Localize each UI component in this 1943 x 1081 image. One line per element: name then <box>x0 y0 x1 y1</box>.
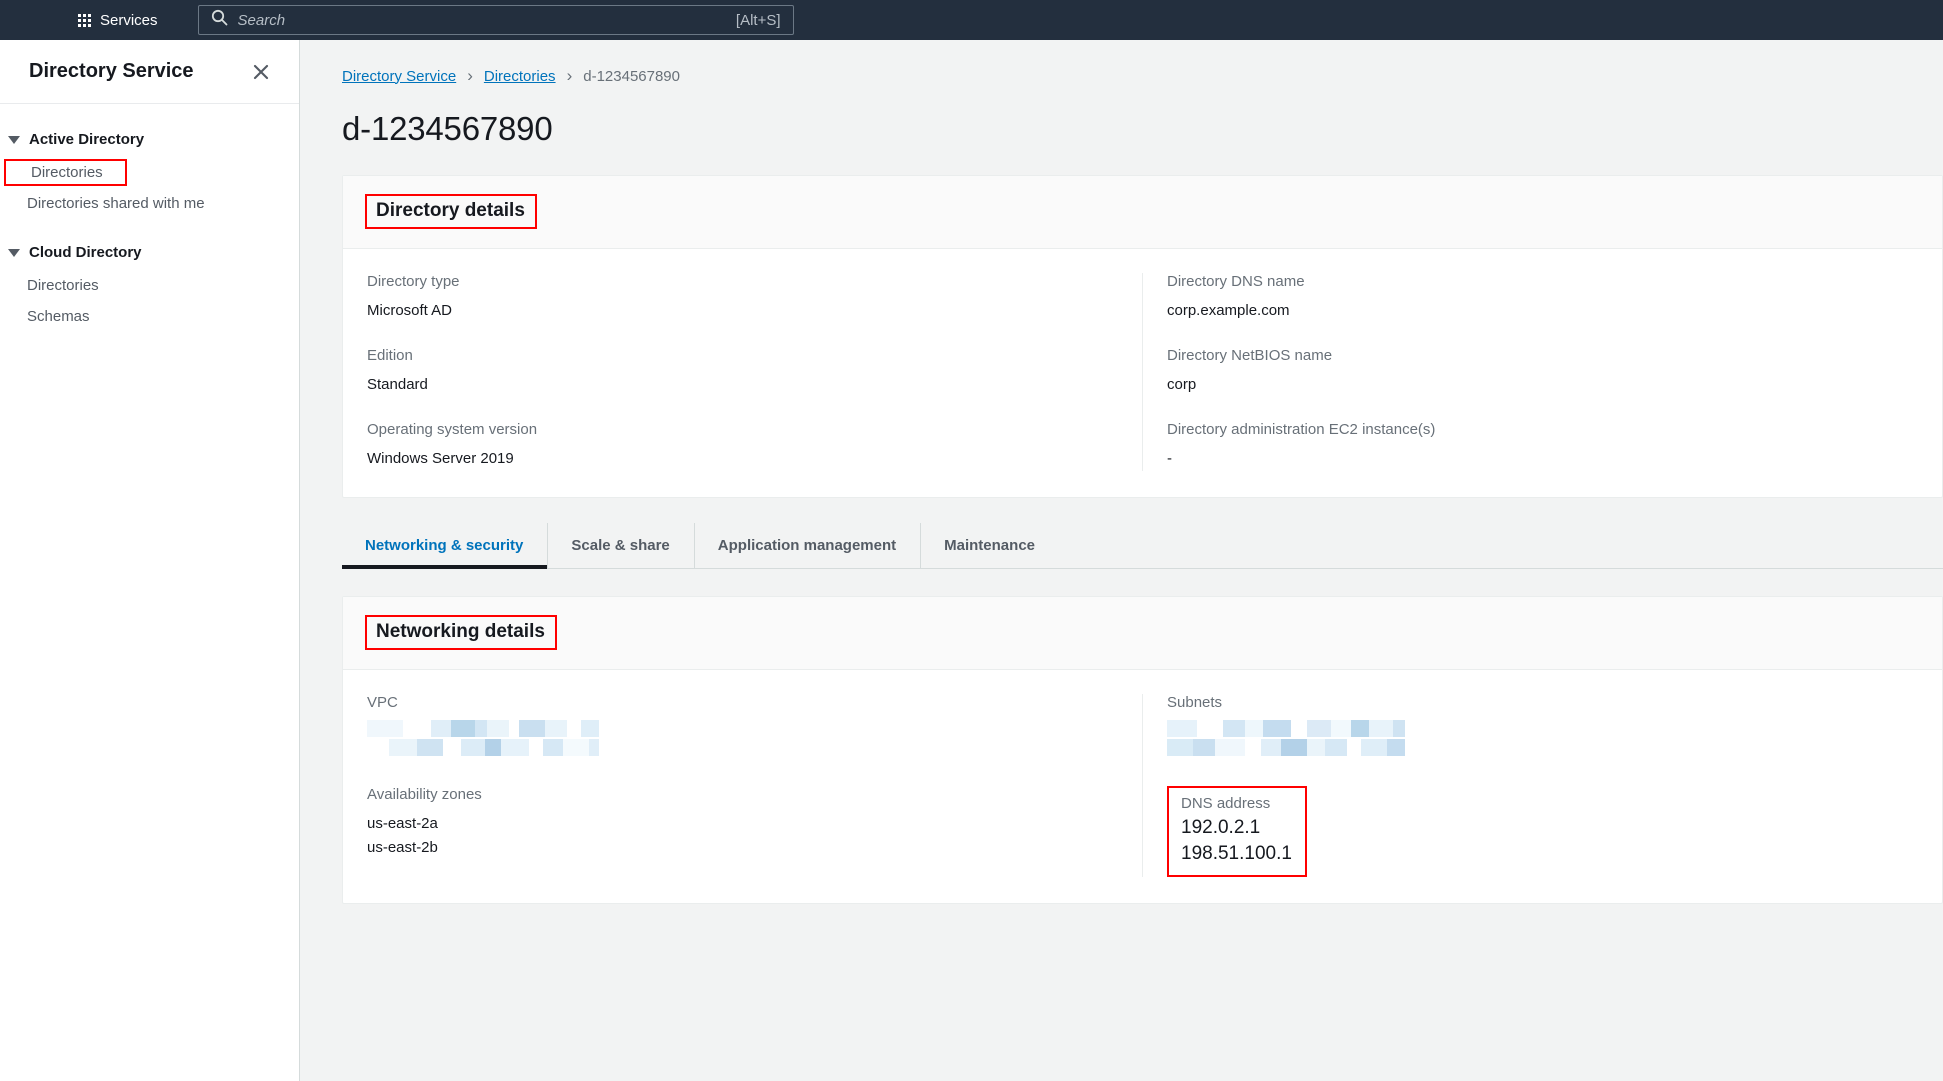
directory-details-header: Directory details <box>343 176 1942 249</box>
sidebar-group-active-directory[interactable]: Active Directory <box>0 122 299 157</box>
field-label: Directory DNS name <box>1167 273 1305 290</box>
tab-networking-and-security[interactable]: Networking & security <box>342 523 549 569</box>
field-subnets: Subnets <box>1167 694 1918 756</box>
search-shortcut-hint: [Alt+S] <box>735 11 781 29</box>
grid-apps-icon <box>78 13 91 27</box>
sidebar-header: Directory Service <box>0 40 299 104</box>
field-label: Edition <box>367 347 413 364</box>
field-directory-administration-ec2-instances: Directory administration EC2 instance(s)… <box>1167 421 1918 471</box>
sidebar-item-schemas[interactable]: Schemas <box>0 301 299 332</box>
services-menu-label: Services <box>100 11 158 29</box>
tab-label: Networking & security <box>365 537 524 554</box>
networking-details-card: Networking details VPC Availability zone… <box>342 596 1943 905</box>
vpc-redacted-value <box>367 720 1118 756</box>
directory-details-card: Directory details Directory type Microso… <box>342 175 1943 498</box>
detail-tabs: Networking & security Scale & share Appl… <box>342 523 1943 569</box>
networking-details-heading: Networking details <box>365 615 557 650</box>
sidebar-navigation: Active Directory Directories Directories… <box>0 104 299 332</box>
sidebar-item-label: Directories shared with me <box>27 195 205 212</box>
directory-details-heading: Directory details <box>365 194 537 229</box>
sidebar-item-directories-cloud[interactable]: Directories <box>0 270 299 301</box>
field-label: Directory administration EC2 instance(s) <box>1167 421 1436 438</box>
field-value: Standard <box>367 376 428 393</box>
breadcrumb-separator-icon: › <box>467 66 473 85</box>
directory-details-right-column: Directory DNS name corp.example.com Dire… <box>1142 273 1942 471</box>
field-value: Windows Server 2019 <box>367 450 514 467</box>
search-icon <box>211 9 228 31</box>
directory-details-body: Directory type Microsoft AD Edition Stan… <box>343 249 1942 497</box>
service-sidebar: Directory Service Active Directory Direc… <box>0 40 300 1081</box>
subnets-redacted-value <box>1167 720 1918 756</box>
sidebar-title: Directory Service <box>29 60 194 82</box>
networking-details-body: VPC Availability zones us-east-2a us-eas… <box>343 670 1942 903</box>
sidebar-item-directories-ad[interactable]: Directories <box>4 159 127 186</box>
networking-details-header: Networking details <box>343 597 1942 670</box>
field-value: Microsoft AD <box>367 302 453 319</box>
field-value: us-east-2a <box>367 815 438 832</box>
field-label: DNS address <box>1181 795 1271 812</box>
top-navigation-bar: Services [Alt+S] <box>0 0 1943 40</box>
global-search-box[interactable]: [Alt+S] <box>197 5 794 35</box>
search-input[interactable] <box>237 11 736 29</box>
field-value: corp <box>1167 376 1197 393</box>
sidebar-group-label: Active Directory <box>29 131 145 148</box>
breadcrumb-item-directory-service[interactable]: Directory Service <box>342 68 456 85</box>
field-value: 192.0.2.1 <box>1181 817 1261 838</box>
sidebar-group-cloud-directory[interactable]: Cloud Directory <box>0 235 299 270</box>
sidebar-item-label: Directories <box>31 164 103 181</box>
chevron-down-icon <box>8 248 20 257</box>
field-value: - <box>1167 450 1172 467</box>
field-vpc: VPC <box>367 694 1118 756</box>
tab-scale-and-share[interactable]: Scale & share <box>548 523 695 568</box>
breadcrumb-item-directories[interactable]: Directories <box>484 68 556 85</box>
tab-label: Maintenance <box>944 537 1035 554</box>
sidebar-item-label: Schemas <box>27 308 90 325</box>
field-label: Subnets <box>1167 694 1223 711</box>
tab-label: Application management <box>717 537 897 554</box>
field-availability-zones: Availability zones us-east-2a us-east-2b <box>367 786 1118 860</box>
networking-details-right-column: Subnets DNS address 192.0.2.1 198.51.100… <box>1142 694 1942 878</box>
field-directory-dns-name: Directory DNS name corp.example.com <box>1167 273 1918 323</box>
directory-details-left-column: Directory type Microsoft AD Edition Stan… <box>343 273 1142 471</box>
field-directory-type: Directory type Microsoft AD <box>367 273 1118 323</box>
dns-address-highlight-box: DNS address 192.0.2.1 198.51.100.1 <box>1167 786 1307 878</box>
field-value: corp.example.com <box>1167 302 1290 319</box>
sidebar-item-directories-shared-with-me[interactable]: Directories shared with me <box>0 188 299 219</box>
page-title: d-1234567890 <box>342 110 553 147</box>
sidebar-group-label: Cloud Directory <box>29 244 142 261</box>
field-directory-netbios-name: Directory NetBIOS name corp <box>1167 347 1918 397</box>
tab-label: Scale & share <box>571 537 670 554</box>
field-label: Operating system version <box>367 421 538 438</box>
breadcrumb: Directory Service › Directories › d-1234… <box>300 40 1943 86</box>
networking-details-left-column: VPC Availability zones us-east-2a us-eas… <box>343 694 1142 877</box>
field-label: Directory type <box>367 273 460 290</box>
field-edition: Edition Standard <box>367 347 1118 397</box>
breadcrumb-separator-icon: › <box>566 66 573 85</box>
field-value: us-east-2b <box>367 839 438 856</box>
field-label: VPC <box>367 694 398 711</box>
tab-application-management[interactable]: Application management <box>695 523 922 568</box>
services-menu-button[interactable]: Services <box>70 8 166 33</box>
field-operating-system-version: Operating system version Windows Server … <box>367 421 1118 471</box>
field-label: Availability zones <box>367 786 482 803</box>
close-icon[interactable] <box>247 58 275 86</box>
tab-maintenance[interactable]: Maintenance <box>921 523 1059 568</box>
field-dns-address: DNS address 192.0.2.1 198.51.100.1 <box>1167 784 1918 878</box>
field-value: 198.51.100.1 <box>1181 842 1292 864</box>
chevron-down-icon <box>8 135 20 144</box>
sidebar-item-label: Directories <box>27 277 99 294</box>
main-content: Directory Service › Directories › d-1234… <box>300 40 1943 1081</box>
field-label: Directory NetBIOS name <box>1167 347 1333 364</box>
breadcrumb-item-current: d-1234567890 <box>583 67 680 85</box>
